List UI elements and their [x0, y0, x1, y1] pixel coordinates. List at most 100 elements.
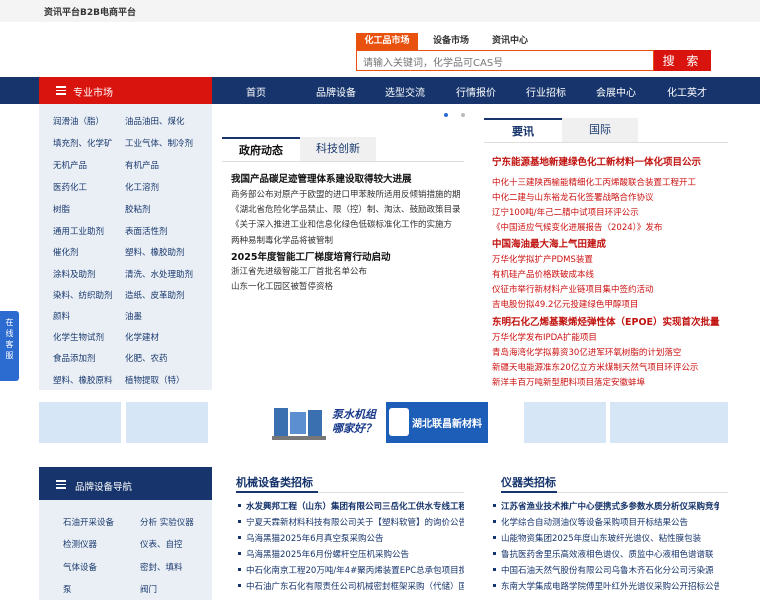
category-link[interactable]: 化学建材 — [125, 331, 159, 343]
brand-nav-link[interactable]: 阀门 — [140, 583, 157, 595]
carousel-dot[interactable] — [461, 113, 465, 117]
top-news-item[interactable]: 吉电股份拟49.2亿元投建绿色甲醇项目 — [492, 298, 727, 310]
category-link[interactable]: 化肥、农药 — [125, 352, 168, 364]
category-link[interactable]: 填充剂、化学矿 — [53, 137, 113, 149]
brand-nav-link[interactable]: 泵 — [63, 583, 72, 595]
category-link[interactable]: 工业气体、制冷剂 — [125, 137, 193, 149]
instrument-tender-item[interactable]: 东南大学集成电路学院傅里叶红外光谱仪采购公开招标公告 — [501, 580, 719, 592]
banner-ad-pump[interactable]: 泵水机组哪家好？ 湖北联昌新材料 — [270, 402, 488, 443]
top-news-item[interactable]: 新洋丰百万吨新型肥料项目落定安徽蚌埠 — [492, 376, 727, 388]
nav-jobs[interactable]: 化工英才 — [667, 84, 707, 99]
tab-international[interactable]: 国际 — [562, 118, 638, 142]
banner-ad[interactable] — [126, 402, 208, 443]
category-link[interactable]: 染料、纺织助剂 — [53, 289, 113, 301]
machinery-tender-item[interactable]: 乌海黑猫2025年6月真空泵采购公告 — [246, 532, 464, 544]
search-tab-news[interactable]: 资讯中心 — [484, 33, 536, 50]
policy-news-item[interactable]: 两种易制毒化学品将被管制 — [231, 234, 466, 246]
tab-technology[interactable]: 科技创新 — [300, 137, 376, 161]
tab-government[interactable]: 政府动态 — [222, 137, 300, 163]
category-link[interactable]: 医药化工 — [53, 181, 87, 193]
banner-ad[interactable] — [524, 402, 606, 443]
category-link[interactable]: 食品添加剂 — [53, 352, 96, 364]
category-link[interactable]: 油墨 — [125, 310, 142, 322]
policy-news-item[interactable]: 《湖北省危险化学品禁止、限（控）制、淘汰、鼓励政策目录 — [231, 203, 466, 215]
category-link[interactable]: 有机产品 — [125, 159, 159, 171]
top-news-item[interactable]: 中化二建与山东裕龙石化签署战略合作协议 — [492, 191, 727, 203]
company-logo-icon — [389, 408, 409, 436]
top-news-item[interactable]: 有机硅产品价格跌破成本线 — [492, 268, 727, 280]
top-news-item[interactable]: 辽宁100吨/年己二腈中试项目环评公示 — [492, 206, 727, 218]
machinery-tender-item[interactable]: 宁夏天霖新材料科技有限公司关于【塑料软管】的询价公告 — [246, 516, 464, 528]
category-link[interactable]: 塑料、橡胶原料 — [53, 374, 113, 386]
top-bar: 资讯平台 B2B电商平台 — [0, 0, 760, 22]
machinery-tender-item[interactable]: 中石油广东石化有限责任公司机械密封框架采购（代储）国 — [246, 580, 464, 592]
nav-exhibitions[interactable]: 会展中心 — [596, 84, 636, 99]
top-news-item[interactable]: 宁东能源基地新建绿色化工新材料一体化项目公示 — [492, 154, 727, 168]
instrument-tender-item[interactable]: 山能物资集团2025年度山东玻纤光谱仪、粘性膜包装 — [501, 532, 719, 544]
policy-news-item[interactable]: 我国产品碳足迹管理体系建设取得较大进展 — [231, 171, 466, 185]
top-news-item[interactable]: 万华化学拟扩产PDMS装置 — [492, 253, 727, 265]
category-link[interactable]: 催化剂 — [53, 246, 79, 258]
brand-nav-link[interactable]: 气体设备 — [63, 561, 97, 573]
instrument-tender-item[interactable]: 鲁抗医药舍里乐高效液相色谱仪、质监中心液相色谱谱联 — [501, 548, 719, 560]
category-link[interactable]: 树脂 — [53, 203, 70, 215]
topbar-link-info[interactable]: 资讯平台 — [44, 5, 80, 18]
policy-news-item[interactable]: 山东一化工园区被暂停资格 — [231, 280, 466, 292]
category-link[interactable]: 油品油田、煤化 — [125, 115, 185, 127]
top-news-item[interactable]: 东明石化乙烯基聚烯烃弹性体（EPOE）实现首次批量 — [492, 314, 727, 328]
top-news-item[interactable]: 青岛海湾化学拟募资30亿进军环氧树脂的计划落空 — [492, 346, 727, 358]
top-news-item[interactable]: 中国海油最大海上气田建成 — [492, 236, 727, 250]
category-menu-button[interactable]: 专业市场 — [39, 77, 212, 104]
instrument-tender-item[interactable]: 化学综合自动测油仪等设备采购项目开标结果公告 — [501, 516, 719, 528]
top-news-item[interactable]: 中化十三建陕西榆能精细化工丙烯酸联合装置工程开工 — [492, 176, 727, 188]
category-link[interactable]: 化学生物试剂 — [53, 331, 104, 343]
search-button[interactable]: 搜 索 — [654, 50, 711, 71]
instrument-tender-item[interactable]: 中国石油天然气股份有限公司乌鲁木齐石化分公司污染源 — [501, 564, 719, 576]
category-link[interactable]: 清洗、水处理助剂 — [125, 268, 193, 280]
category-link[interactable]: 造纸、皮革助剂 — [125, 289, 185, 301]
section-title-instruments[interactable]: 仪器类招标 — [501, 474, 556, 490]
top-news-item[interactable]: 新疆天电能源准东20亿立方米煤制天然气项目环评公示 — [492, 361, 727, 373]
nav-tenders[interactable]: 行业招标 — [526, 84, 566, 99]
category-link[interactable]: 化工溶剂 — [125, 181, 159, 193]
category-link[interactable]: 颜料 — [53, 310, 70, 322]
banner-ad[interactable] — [39, 402, 121, 443]
brand-nav-link[interactable]: 密封、填料 — [140, 561, 183, 573]
machinery-tender-item[interactable]: 乌海黑猫2025年6月份螺杆空压机采购公告 — [246, 548, 464, 560]
top-news-item[interactable]: 《中国适应气候变化进展报告（2024）》发布 — [492, 221, 727, 233]
topbar-link-b2b[interactable]: B2B电商平台 — [80, 5, 136, 18]
online-service-button[interactable]: 在线客服 — [0, 311, 19, 381]
category-link[interactable]: 塑料、橡胶助剂 — [125, 246, 185, 258]
brand-nav-link[interactable]: 检测仪器 — [63, 538, 97, 550]
category-link[interactable]: 表面活性剂 — [125, 225, 168, 237]
instrument-tender-item[interactable]: 江苏省渔业技术推广中心便携式多参数水质分析仪采购竞争 — [501, 500, 719, 512]
policy-news-item[interactable]: 浙江省先进级智能工厂首批名单公布 — [231, 265, 466, 277]
category-link[interactable]: 无机产品 — [53, 159, 87, 171]
policy-news-item[interactable]: 商务部公布对原产于欧盟的进口甲苯胺所适用反倾销措施的期 — [231, 188, 466, 200]
brand-nav-link[interactable]: 仪表、自控 — [140, 538, 183, 550]
category-link[interactable]: 植物提取（特） — [125, 374, 185, 386]
section-title-machinery[interactable]: 机械设备类招标 — [236, 474, 313, 490]
nav-quotes[interactable]: 行情报价 — [456, 84, 496, 99]
top-news-item[interactable]: 万华化学发布IPDA扩能项目 — [492, 331, 727, 343]
policy-news-item[interactable]: 《关于深入推进工业和信息化绿色低碳标准化工作的实施方 — [231, 218, 466, 230]
search-input[interactable] — [357, 54, 643, 73]
category-link[interactable]: 涂料及助剂 — [53, 268, 96, 280]
category-link[interactable]: 胶粘剂 — [125, 203, 151, 215]
nav-selection[interactable]: 选型交流 — [385, 84, 425, 99]
tab-top-news[interactable]: 要讯 — [484, 118, 562, 144]
policy-news-item[interactable]: 2025年度智能工厂梯度培育行动启动 — [231, 249, 466, 263]
nav-home[interactable]: 首页 — [246, 84, 266, 99]
category-link[interactable]: 通用工业助剂 — [53, 225, 104, 237]
machinery-tender-item[interactable]: 中石化南京工程20万吨/年4#聚丙烯装置EPC总承包项目搅拌机 — [246, 564, 464, 576]
search-tab-equipment[interactable]: 设备市场 — [425, 33, 477, 50]
search-tab-chemical[interactable]: 化工品市场 — [356, 33, 418, 50]
category-link[interactable]: 润滑油（脂） — [53, 115, 104, 127]
top-news-item[interactable]: 仪征市举行新材料产业链项目集中签约活动 — [492, 283, 727, 295]
carousel-dot-active[interactable] — [444, 113, 448, 117]
banner-ad[interactable] — [610, 402, 728, 443]
machinery-tender-item[interactable]: 水发興邦工程（山东）集团有限公司三岳化工供水专线工程 — [246, 500, 464, 512]
brand-nav-link[interactable]: 分析 实验仪器 — [140, 516, 194, 528]
nav-brand-equipment[interactable]: 品牌设备 — [316, 84, 356, 99]
brand-nav-link[interactable]: 石油开采设备 — [63, 516, 114, 528]
